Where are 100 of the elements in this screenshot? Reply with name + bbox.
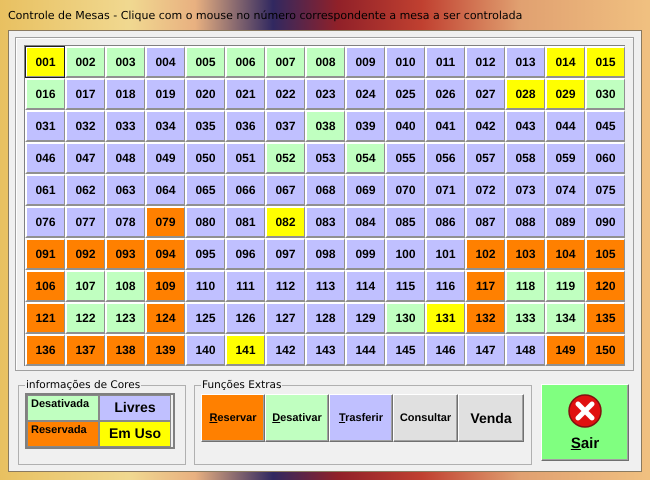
table-button[interactable]: 120 (585, 270, 625, 302)
table-button[interactable]: 101 (425, 238, 465, 270)
table-button[interactable]: 105 (585, 238, 625, 270)
table-button[interactable]: 004 (145, 46, 185, 78)
table-button[interactable]: 060 (585, 142, 625, 174)
table-button[interactable]: 141 (225, 334, 265, 366)
table-button[interactable]: 066 (225, 174, 265, 206)
table-button[interactable]: 053 (305, 142, 345, 174)
table-button[interactable]: 085 (385, 206, 425, 238)
table-button[interactable]: 009 (345, 46, 385, 78)
exit-button[interactable]: Sair (541, 384, 629, 461)
table-button[interactable]: 098 (305, 238, 345, 270)
table-button[interactable]: 063 (105, 174, 145, 206)
table-button[interactable]: 042 (465, 110, 505, 142)
table-button[interactable]: 018 (105, 78, 145, 110)
table-button[interactable]: 062 (65, 174, 105, 206)
table-button[interactable]: 115 (385, 270, 425, 302)
table-button[interactable]: 123 (105, 302, 145, 334)
table-button[interactable]: 117 (465, 270, 505, 302)
table-button[interactable]: 021 (225, 78, 265, 110)
table-button[interactable]: 099 (345, 238, 385, 270)
table-button[interactable]: 036 (225, 110, 265, 142)
table-button[interactable]: 056 (425, 142, 465, 174)
table-button[interactable]: 138 (105, 334, 145, 366)
table-button[interactable]: 083 (305, 206, 345, 238)
table-button[interactable]: 041 (425, 110, 465, 142)
table-button[interactable]: 071 (425, 174, 465, 206)
function-button[interactable]: Consultar (393, 394, 458, 442)
table-button[interactable]: 069 (345, 174, 385, 206)
table-button[interactable]: 129 (345, 302, 385, 334)
table-button[interactable]: 147 (465, 334, 505, 366)
table-button[interactable]: 096 (225, 238, 265, 270)
table-button[interactable]: 126 (225, 302, 265, 334)
table-button[interactable]: 091 (25, 238, 65, 270)
table-button[interactable]: 019 (145, 78, 185, 110)
table-button[interactable]: 136 (25, 334, 65, 366)
table-button[interactable]: 010 (385, 46, 425, 78)
table-button[interactable]: 040 (385, 110, 425, 142)
table-button[interactable]: 039 (345, 110, 385, 142)
table-button[interactable]: 008 (305, 46, 345, 78)
table-button[interactable]: 124 (145, 302, 185, 334)
table-button[interactable]: 118 (505, 270, 545, 302)
function-button[interactable]: Venda (458, 394, 524, 442)
table-button[interactable]: 045 (585, 110, 625, 142)
table-button[interactable]: 002 (65, 46, 105, 78)
table-button[interactable]: 127 (265, 302, 305, 334)
table-button[interactable]: 055 (385, 142, 425, 174)
table-button[interactable]: 130 (385, 302, 425, 334)
table-button[interactable]: 026 (425, 78, 465, 110)
table-button[interactable]: 149 (545, 334, 585, 366)
table-button[interactable]: 081 (225, 206, 265, 238)
table-button[interactable]: 135 (585, 302, 625, 334)
function-button[interactable]: Trasferir (329, 394, 393, 442)
table-button[interactable]: 104 (545, 238, 585, 270)
table-button[interactable]: 003 (105, 46, 145, 78)
table-button[interactable]: 012 (465, 46, 505, 78)
table-button[interactable]: 059 (545, 142, 585, 174)
table-button[interactable]: 088 (505, 206, 545, 238)
table-button[interactable]: 007 (265, 46, 305, 78)
table-button[interactable]: 128 (305, 302, 345, 334)
table-button[interactable]: 068 (305, 174, 345, 206)
table-button[interactable]: 032 (65, 110, 105, 142)
table-button[interactable]: 110 (185, 270, 225, 302)
table-button[interactable]: 031 (25, 110, 65, 142)
table-button[interactable]: 014 (545, 46, 585, 78)
table-button[interactable]: 023 (305, 78, 345, 110)
table-button[interactable]: 092 (65, 238, 105, 270)
table-button[interactable]: 024 (345, 78, 385, 110)
table-button[interactable]: 108 (105, 270, 145, 302)
table-button[interactable]: 046 (25, 142, 65, 174)
table-button[interactable]: 119 (545, 270, 585, 302)
table-button[interactable]: 137 (65, 334, 105, 366)
table-button[interactable]: 125 (185, 302, 225, 334)
table-button[interactable]: 109 (145, 270, 185, 302)
table-button[interactable]: 140 (185, 334, 225, 366)
table-button[interactable]: 090 (585, 206, 625, 238)
table-button[interactable]: 054 (345, 142, 385, 174)
table-button[interactable]: 017 (65, 78, 105, 110)
table-button[interactable]: 114 (345, 270, 385, 302)
table-button[interactable]: 112 (265, 270, 305, 302)
table-button[interactable]: 116 (425, 270, 465, 302)
table-button[interactable]: 020 (185, 78, 225, 110)
table-button[interactable]: 051 (225, 142, 265, 174)
table-button[interactable]: 013 (505, 46, 545, 78)
table-button[interactable]: 044 (545, 110, 585, 142)
table-button[interactable]: 028 (505, 78, 545, 110)
table-button[interactable]: 058 (505, 142, 545, 174)
table-button[interactable]: 067 (265, 174, 305, 206)
table-button[interactable]: 006 (225, 46, 265, 78)
table-button[interactable]: 106 (25, 270, 65, 302)
table-button[interactable]: 150 (585, 334, 625, 366)
table-button[interactable]: 011 (425, 46, 465, 78)
table-button[interactable]: 061 (25, 174, 65, 206)
table-button[interactable]: 047 (65, 142, 105, 174)
table-button[interactable]: 076 (25, 206, 65, 238)
table-button[interactable]: 082 (265, 206, 305, 238)
table-button[interactable]: 086 (425, 206, 465, 238)
table-button[interactable]: 144 (345, 334, 385, 366)
table-button[interactable]: 089 (545, 206, 585, 238)
table-button[interactable]: 103 (505, 238, 545, 270)
